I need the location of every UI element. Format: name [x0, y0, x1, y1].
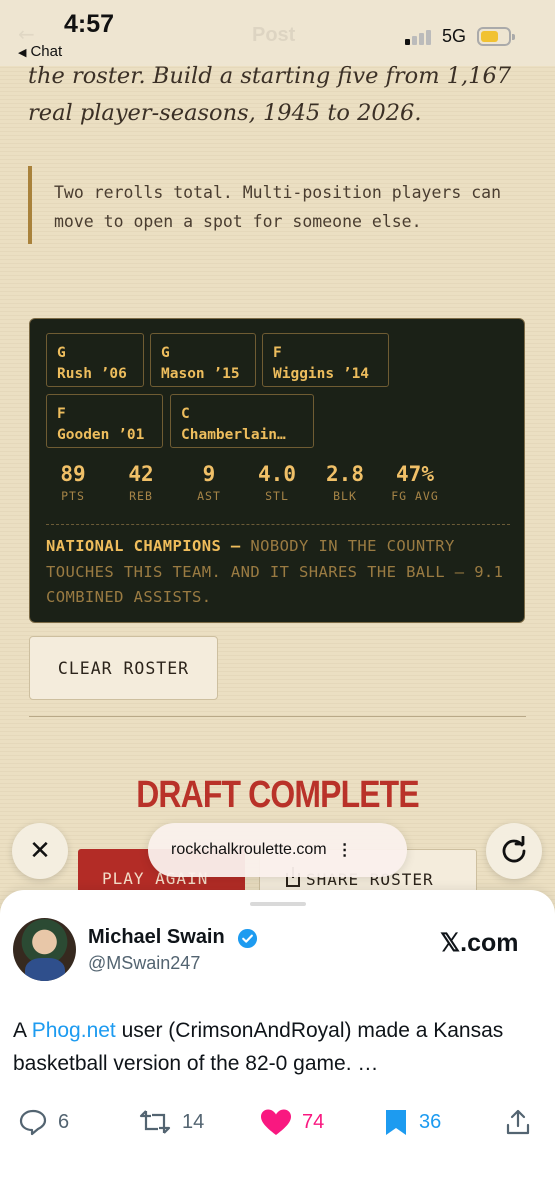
stat-blocks: 2.8 BLK: [310, 461, 380, 503]
heart-icon: [261, 1109, 291, 1135]
tweet-text-start: A: [13, 1019, 32, 1042]
stat-points: 89 PTS: [38, 461, 108, 503]
share-icon: [506, 1109, 530, 1135]
phog-link[interactable]: Phog.net: [32, 1019, 116, 1042]
stat-value: 42: [128, 462, 154, 486]
status-time: 4:57: [64, 10, 115, 38]
signal-strength-icon: [405, 29, 435, 45]
player-position: G: [161, 345, 170, 361]
stat-label: REB: [129, 489, 153, 503]
player-position: C: [181, 406, 190, 422]
tweet-actions: 6 14 74 36: [0, 1100, 555, 1140]
bookmark-button[interactable]: 36: [383, 1108, 441, 1136]
player-chip[interactable]: F Gooden ’01: [46, 394, 163, 448]
stat-value: 4.0: [258, 462, 296, 486]
stat-label: PTS: [61, 489, 85, 503]
like-button[interactable]: 74: [260, 1108, 324, 1136]
player-chip[interactable]: F Wiggins ’14: [262, 333, 389, 387]
stat-value: 47%: [396, 462, 434, 486]
clear-roster-button[interactable]: CLEAR ROSTER: [29, 636, 218, 700]
ghost-page-title: Post: [252, 24, 296, 46]
like-count: 74: [302, 1110, 325, 1133]
player-name: Gooden ’01: [57, 427, 145, 443]
close-icon: ✕: [29, 836, 51, 866]
back-triangle-icon: ◀: [18, 47, 27, 59]
network-type: 5G: [442, 26, 467, 46]
url-bar[interactable]: rockchalkroulette.com ⋮: [148, 823, 407, 877]
stat-label: AST: [197, 489, 221, 503]
share-tweet-button[interactable]: [505, 1108, 541, 1136]
player-name: Rush ’06: [57, 366, 127, 382]
url-text: rockchalkroulette.com: [171, 841, 327, 858]
stat-label: FG AVG: [391, 489, 439, 503]
more-options-icon[interactable]: ⋮: [337, 840, 353, 860]
reply-count: 6: [58, 1110, 70, 1133]
player-name: Wiggins ’14: [273, 366, 370, 382]
repost-button[interactable]: 14: [138, 1108, 204, 1136]
stat-label: STL: [265, 489, 289, 503]
tweet-text: A Phog.net user (CrimsonAndRoyal) made a…: [13, 1014, 543, 1080]
player-name: Chamberlain…: [181, 427, 286, 443]
repost-icon: [139, 1110, 171, 1134]
player-position: G: [57, 345, 66, 361]
close-browser-button[interactable]: ✕: [12, 823, 68, 879]
battery-icon: [477, 27, 515, 46]
stat-value: 2.8: [326, 462, 364, 486]
author-handle[interactable]: @MSwain247: [88, 953, 200, 974]
verdict-title: NATIONAL CHAMPIONS —: [46, 537, 241, 555]
team-verdict: NATIONAL CHAMPIONS — NOBODY IN THE COUNT…: [46, 534, 516, 611]
section-divider: [29, 716, 526, 717]
stat-label: BLK: [333, 489, 357, 503]
verified-badge-icon: [237, 928, 258, 949]
reload-button[interactable]: [486, 823, 542, 879]
stat-value: 89: [60, 462, 86, 486]
card-divider: [46, 524, 510, 525]
reload-icon: [502, 836, 526, 863]
sheet-handle[interactable]: [250, 902, 306, 906]
bookmark-icon: [386, 1110, 406, 1135]
player-chip[interactable]: C Chamberlain…: [170, 394, 314, 448]
reply-icon: [19, 1109, 47, 1136]
player-name: Mason ’15: [161, 366, 240, 382]
player-chip[interactable]: G Mason ’15: [150, 333, 256, 387]
article-lead-text: the roster. Build a starting five from 1…: [28, 63, 512, 126]
x-com-logo[interactable]: 𝕏.com: [440, 928, 519, 958]
reply-button[interactable]: 6: [18, 1108, 69, 1136]
avatar[interactable]: [13, 918, 76, 981]
repost-count: 14: [182, 1110, 205, 1133]
rules-callout: Two rerolls total. Multi-position player…: [28, 166, 528, 244]
stat-rebounds: 42 REB: [106, 461, 176, 503]
roster-card: G Rush ’06 G Mason ’15 F Wiggins ’14 F G…: [29, 318, 525, 623]
player-position: F: [57, 406, 66, 422]
stat-assists: 9 AST: [174, 461, 244, 503]
tweet-sheet[interactable]: Michael Swain @MSwain247 𝕏.com A Phog.ne…: [0, 890, 555, 1200]
stat-steals: 4.0 STL: [242, 461, 312, 503]
bookmark-count: 36: [419, 1110, 442, 1133]
draft-complete-heading: DRAFT COMPLETE: [136, 774, 419, 816]
player-chip[interactable]: G Rush ’06: [46, 333, 144, 387]
player-position: F: [273, 345, 282, 361]
stat-value: 9: [202, 462, 216, 486]
author-name[interactable]: Michael Swain: [88, 926, 225, 949]
stat-fg-avg: 47% FG AVG: [380, 461, 450, 503]
status-bar: ← Post 4:57 ◀ Chat 5G: [0, 0, 555, 66]
